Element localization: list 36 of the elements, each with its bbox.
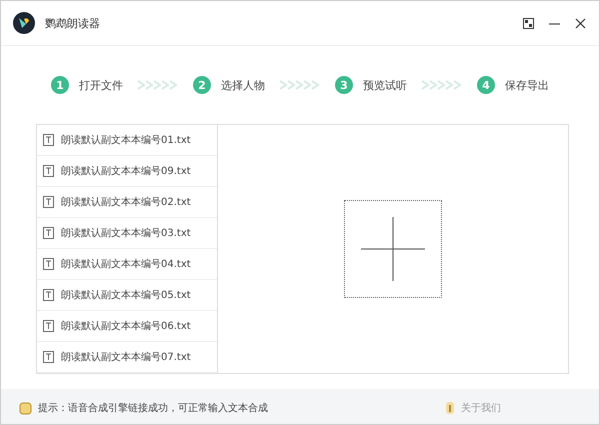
close-icon: [574, 18, 586, 28]
file-item[interactable]: 朗读默认副文本本编号02.txt: [37, 187, 217, 218]
add-file-button[interactable]: [344, 200, 442, 298]
document-icon: [43, 320, 54, 332]
step-label: 保存导出: [505, 78, 549, 92]
plus-icon: [361, 217, 425, 281]
step-number: 3: [335, 76, 353, 94]
status-message: 提示：语音合成引擎链接成功，可正常输入文本合成: [38, 402, 269, 415]
bird-logo-icon: [13, 12, 35, 34]
document-icon: [43, 227, 54, 239]
file-item[interactable]: 朗读默认副文本本编号01.txt: [37, 125, 217, 156]
file-item[interactable]: 朗读默认副文本本编号03.txt: [37, 218, 217, 249]
step-label: 预览试听: [363, 78, 407, 92]
file-item[interactable]: 朗读默认副文本本编号09.txt: [37, 156, 217, 187]
file-item[interactable]: 朗读默认副文本本编号05.txt: [37, 280, 217, 311]
step-number: 4: [477, 76, 495, 94]
chevrons-icon: [279, 80, 321, 90]
close-button[interactable]: [573, 16, 587, 30]
chevrons-icon: [137, 80, 179, 90]
file-item[interactable]: 朗读默认副文本本编号04.txt: [37, 249, 217, 280]
document-icon: [43, 289, 54, 301]
file-item[interactable]: 朗读默认副文本本编号06.txt: [37, 311, 217, 342]
window-title: 鹦鹉朗读器: [45, 16, 101, 30]
chevrons-icon: [421, 80, 463, 90]
document-icon: [43, 134, 54, 146]
step-number: 2: [193, 76, 211, 94]
document-icon: [43, 165, 54, 177]
step-label: 选择人物: [221, 78, 265, 92]
document-icon: [43, 351, 54, 363]
skin-button[interactable]: [521, 16, 535, 30]
file-item[interactable]: 朗读默认副文本本编号07.txt: [37, 342, 217, 373]
window-layout-icon: [522, 18, 534, 28]
document-icon: [43, 196, 54, 208]
step-number: 1: [51, 76, 69, 94]
step-label: 打开文件: [79, 78, 123, 92]
document-icon: [43, 258, 54, 270]
